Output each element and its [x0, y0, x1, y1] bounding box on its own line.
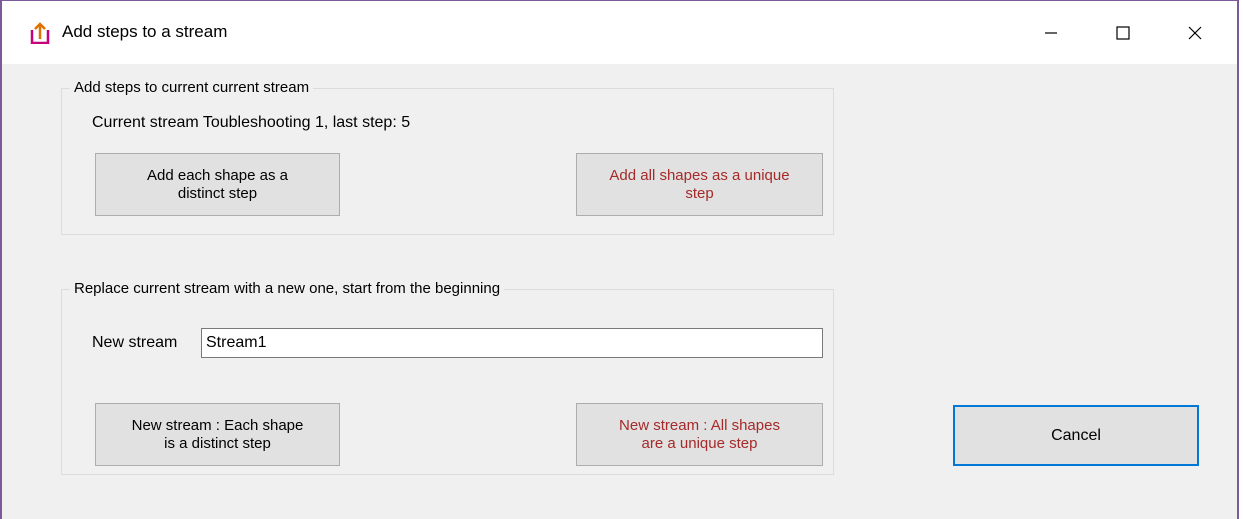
maximize-icon — [1116, 25, 1130, 40]
close-button[interactable] — [1159, 1, 1231, 64]
background-window-edge — [1239, 0, 1243, 519]
new-stream-all-shapes-button[interactable]: New stream : All shapes are a unique ste… — [576, 403, 823, 466]
minimize-icon — [1045, 31, 1057, 34]
add-each-shape-button[interactable]: Add each shape as a distinct step — [95, 153, 340, 216]
dialog-window: Add steps to a stream Add steps to curre… — [0, 0, 1239, 519]
add-all-shapes-button[interactable]: Add all shapes as a unique step — [576, 153, 823, 216]
stream-arrow-icon — [30, 22, 50, 44]
close-icon — [1188, 26, 1202, 39]
cancel-button[interactable]: Cancel — [953, 405, 1199, 466]
title-bar[interactable]: Add steps to a stream — [2, 1, 1237, 64]
current-stream-group-legend: Add steps to current current stream — [70, 79, 314, 96]
new-stream-label: New stream — [92, 334, 178, 351]
window-title: Add steps to a stream — [62, 22, 228, 41]
replace-stream-group-legend: Replace current stream with a new one, s… — [70, 280, 505, 297]
minimize-button[interactable] — [1015, 1, 1087, 64]
new-stream-each-shape-button[interactable]: New stream : Each shape is a distinct st… — [95, 403, 340, 466]
maximize-button[interactable] — [1087, 1, 1159, 64]
current-stream-info: Current stream Toubleshooting 1, last st… — [92, 114, 411, 131]
new-stream-input[interactable] — [201, 328, 823, 358]
